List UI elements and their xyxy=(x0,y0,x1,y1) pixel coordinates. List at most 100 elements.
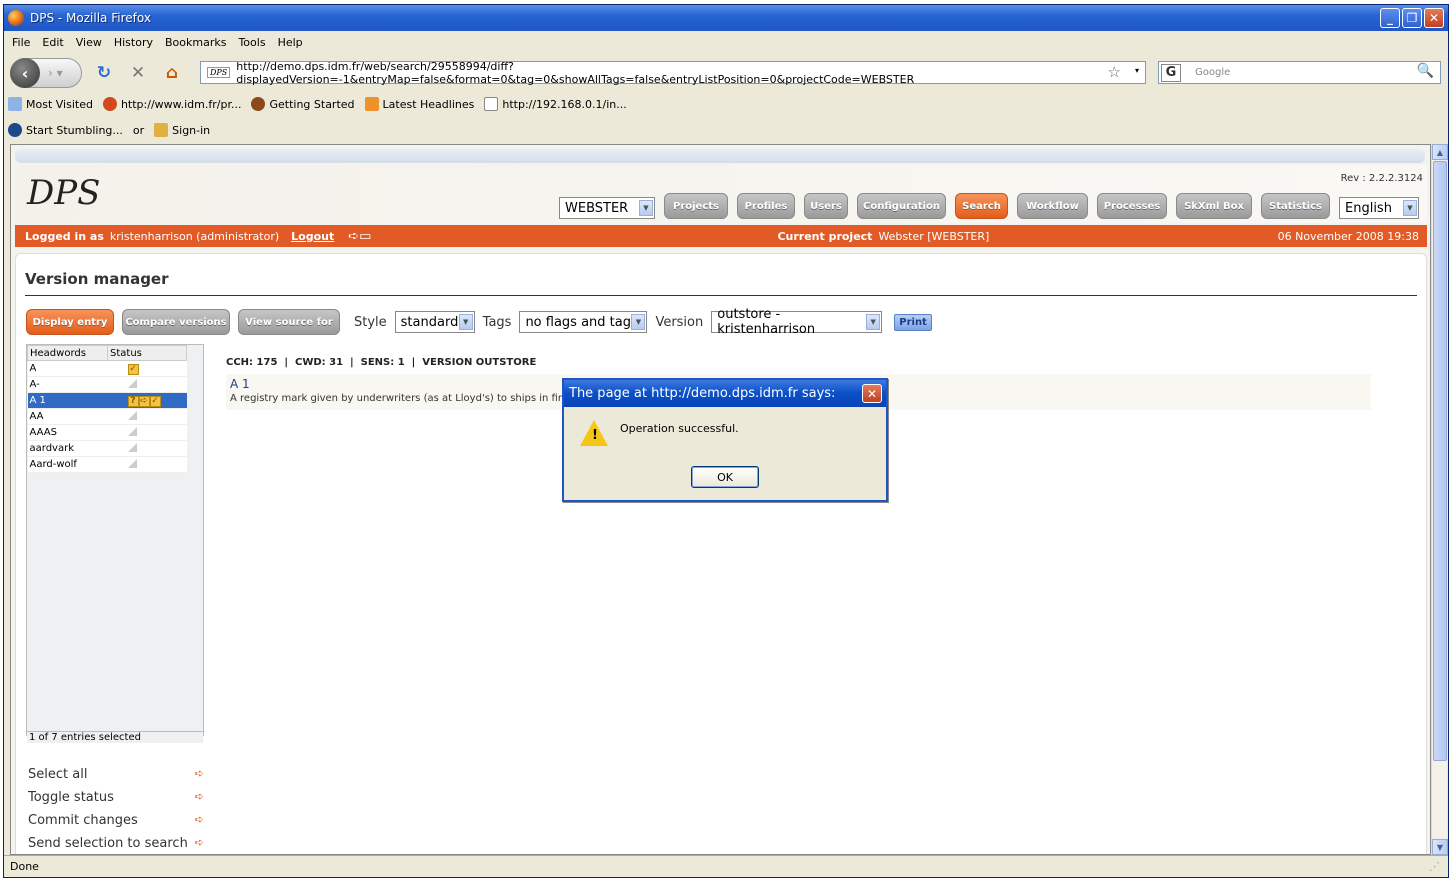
menu-view[interactable]: View xyxy=(76,36,102,49)
scroll-down-icon[interactable]: ▼ xyxy=(1432,839,1448,855)
signin-button[interactable]: Sign-in xyxy=(154,123,210,137)
tab-statistics[interactable]: Statistics xyxy=(1261,193,1330,219)
toggle-status-label: Toggle status xyxy=(28,790,114,805)
arrow-right-icon[interactable]: ➪ xyxy=(195,813,204,826)
close-button[interactable]: ✕ xyxy=(1424,8,1444,28)
back-icon[interactable]: ‹ xyxy=(10,58,40,88)
url-text[interactable]: http://demo.dps.idm.fr/web/search/295589… xyxy=(236,60,1145,86)
bookmark-getting-started[interactable]: Getting Started xyxy=(251,97,355,111)
current-project-label: Current project xyxy=(777,229,873,243)
table-row[interactable]: AAAS xyxy=(27,424,187,441)
print-button[interactable]: Print xyxy=(894,313,932,331)
style-label: Style xyxy=(354,314,387,330)
style-select[interactable]: standard ▼ xyxy=(394,311,475,333)
arrow-right-icon[interactable]: ➪ xyxy=(195,767,204,780)
bookmark-router[interactable]: http://192.168.0.1/in... xyxy=(484,97,627,111)
compare-versions-button[interactable]: Compare versions xyxy=(122,309,230,335)
table-row[interactable]: A- xyxy=(27,376,187,393)
chevron-down-icon[interactable]: ▼ xyxy=(458,314,473,330)
scroll-up-icon[interactable]: ▲ xyxy=(1432,144,1448,160)
commit-changes-action[interactable]: Commit changes ➪ xyxy=(28,809,204,832)
navigation-toolbar: ‹ › ▾ ↻ ✕ ⌂ DPS http://demo.dps.idm.fr/w… xyxy=(4,55,1448,91)
resize-grip-icon[interactable]: ⋰ xyxy=(1429,860,1440,873)
tab-users[interactable]: Users xyxy=(804,193,848,219)
dialog-close-icon[interactable]: ✕ xyxy=(862,384,882,403)
forward-icon[interactable]: › ▾ xyxy=(48,66,63,80)
search-icon[interactable]: 🔍 xyxy=(1417,63,1434,79)
selection-count: 1 of 7 entries selected xyxy=(27,731,203,743)
chevron-down-icon[interactable]: ▼ xyxy=(631,314,646,330)
url-bar[interactable]: DPS http://demo.dps.idm.fr/web/search/29… xyxy=(200,60,1146,86)
headword-cell: A xyxy=(27,360,108,377)
dialog-title: The page at http://demo.dps.idm.fr says: xyxy=(564,380,886,407)
chevron-down-icon[interactable]: ▼ xyxy=(1403,200,1417,216)
start-stumbling-button[interactable]: Start Stumbling... xyxy=(8,123,123,137)
bookmark-latest-headlines[interactable]: Latest Headlines xyxy=(364,97,474,111)
menu-tools[interactable]: Tools xyxy=(238,36,265,49)
menu-help[interactable]: Help xyxy=(278,36,303,49)
table-row[interactable]: aardvark xyxy=(27,440,187,457)
arrow-right-icon[interactable]: ➪ xyxy=(195,790,204,803)
idm-icon xyxy=(102,97,117,111)
entry-headword: A 1 xyxy=(230,377,250,391)
search-box[interactable]: G Google 🔍 xyxy=(1158,61,1441,84)
vertical-scrollbar[interactable]: ▲ ▼ xyxy=(1431,144,1448,855)
language-select[interactable]: English ▼ xyxy=(1339,197,1419,219)
stumbleupon-icon xyxy=(8,123,22,137)
stop-icon[interactable]: ✕ xyxy=(126,61,150,85)
bookmarks-toolbar: Most Visited http://www.idm.fr/pr... Get… xyxy=(4,93,1448,115)
tab-projects[interactable]: Projects xyxy=(664,193,728,219)
tab-profiles[interactable]: Profiles xyxy=(737,193,795,219)
alert-dialog: The page at http://demo.dps.idm.fr says:… xyxy=(562,378,888,502)
bookmark-most-visited[interactable]: Most Visited xyxy=(8,97,93,111)
chevron-down-icon[interactable]: ▼ xyxy=(639,200,653,216)
reload-icon[interactable]: ↻ xyxy=(92,61,116,85)
toggle-status-action[interactable]: Toggle status ➪ xyxy=(28,786,204,809)
arrow-right-icon[interactable]: ➪ xyxy=(195,836,204,849)
revision-label: Rev : 2.2.2.3124 xyxy=(1340,173,1423,184)
project-select[interactable]: WEBSTER ▼ xyxy=(559,197,655,219)
table-row[interactable]: AA xyxy=(27,408,187,425)
restore-button[interactable]: ❐ xyxy=(1402,8,1422,28)
version-select[interactable]: outstore - kristenharrison ▼ xyxy=(711,307,883,337)
home-icon[interactable]: ⌂ xyxy=(160,61,184,85)
url-dropdown-icon[interactable]: ▾ xyxy=(1135,66,1139,75)
send-to-search-label: Send selection to search xyxy=(28,836,188,851)
view-source-button[interactable]: View source for xyxy=(238,309,340,335)
tab-workflow[interactable]: Workflow xyxy=(1017,193,1088,219)
tab-configuration[interactable]: Configuration xyxy=(857,193,946,219)
menu-edit[interactable]: Edit xyxy=(42,36,63,49)
project-select-value: WEBSTER xyxy=(565,200,629,216)
logout-link[interactable]: Logout xyxy=(291,230,334,243)
menu-file[interactable]: File xyxy=(12,36,30,49)
status-corner-icon xyxy=(127,378,137,388)
table-row[interactable]: Aard-wolf xyxy=(27,456,187,473)
ok-button[interactable]: OK xyxy=(691,466,759,488)
status-bar: Done ⋰ xyxy=(4,855,1448,877)
bookmark-star-icon[interactable]: ☆ xyxy=(1108,63,1121,81)
table-row[interactable]: A ✓ xyxy=(27,360,187,377)
select-all-action[interactable]: Select all ➪ xyxy=(28,763,204,786)
logged-in-label: Logged in as xyxy=(25,229,104,243)
back-forward-group: ‹ › ▾ xyxy=(10,58,82,88)
tab-search[interactable]: Search xyxy=(955,193,1008,219)
tab-skxml-box[interactable]: SkXml Box xyxy=(1176,193,1252,219)
menu-history[interactable]: History xyxy=(114,36,153,49)
warning-exclamation: ! xyxy=(592,428,598,443)
table-row-selected[interactable]: A 1? ➪ ✓ xyxy=(27,392,187,409)
tags-select[interactable]: no flags and tags ▼ xyxy=(519,311,648,333)
status-text: Done xyxy=(10,860,39,873)
search-placeholder: Google xyxy=(1195,67,1231,78)
google-icon[interactable]: G xyxy=(1161,63,1181,82)
bookmark-idm[interactable]: http://www.idm.fr/pr... xyxy=(102,97,241,111)
firefox-icon xyxy=(8,10,24,26)
scroll-thumb[interactable] xyxy=(1433,161,1447,761)
send-to-search-action[interactable]: Send selection to search ➪ xyxy=(28,832,204,854)
tab-processes[interactable]: Processes xyxy=(1097,193,1167,219)
site-favicon: DPS xyxy=(207,67,231,78)
minimize-button[interactable]: _ xyxy=(1380,8,1400,28)
display-entry-button[interactable]: Display entry xyxy=(26,309,114,335)
switch-user-icon[interactable]: ➪▭ xyxy=(348,229,371,244)
chevron-down-icon[interactable]: ▼ xyxy=(866,314,881,330)
menu-bookmarks[interactable]: Bookmarks xyxy=(165,36,226,49)
